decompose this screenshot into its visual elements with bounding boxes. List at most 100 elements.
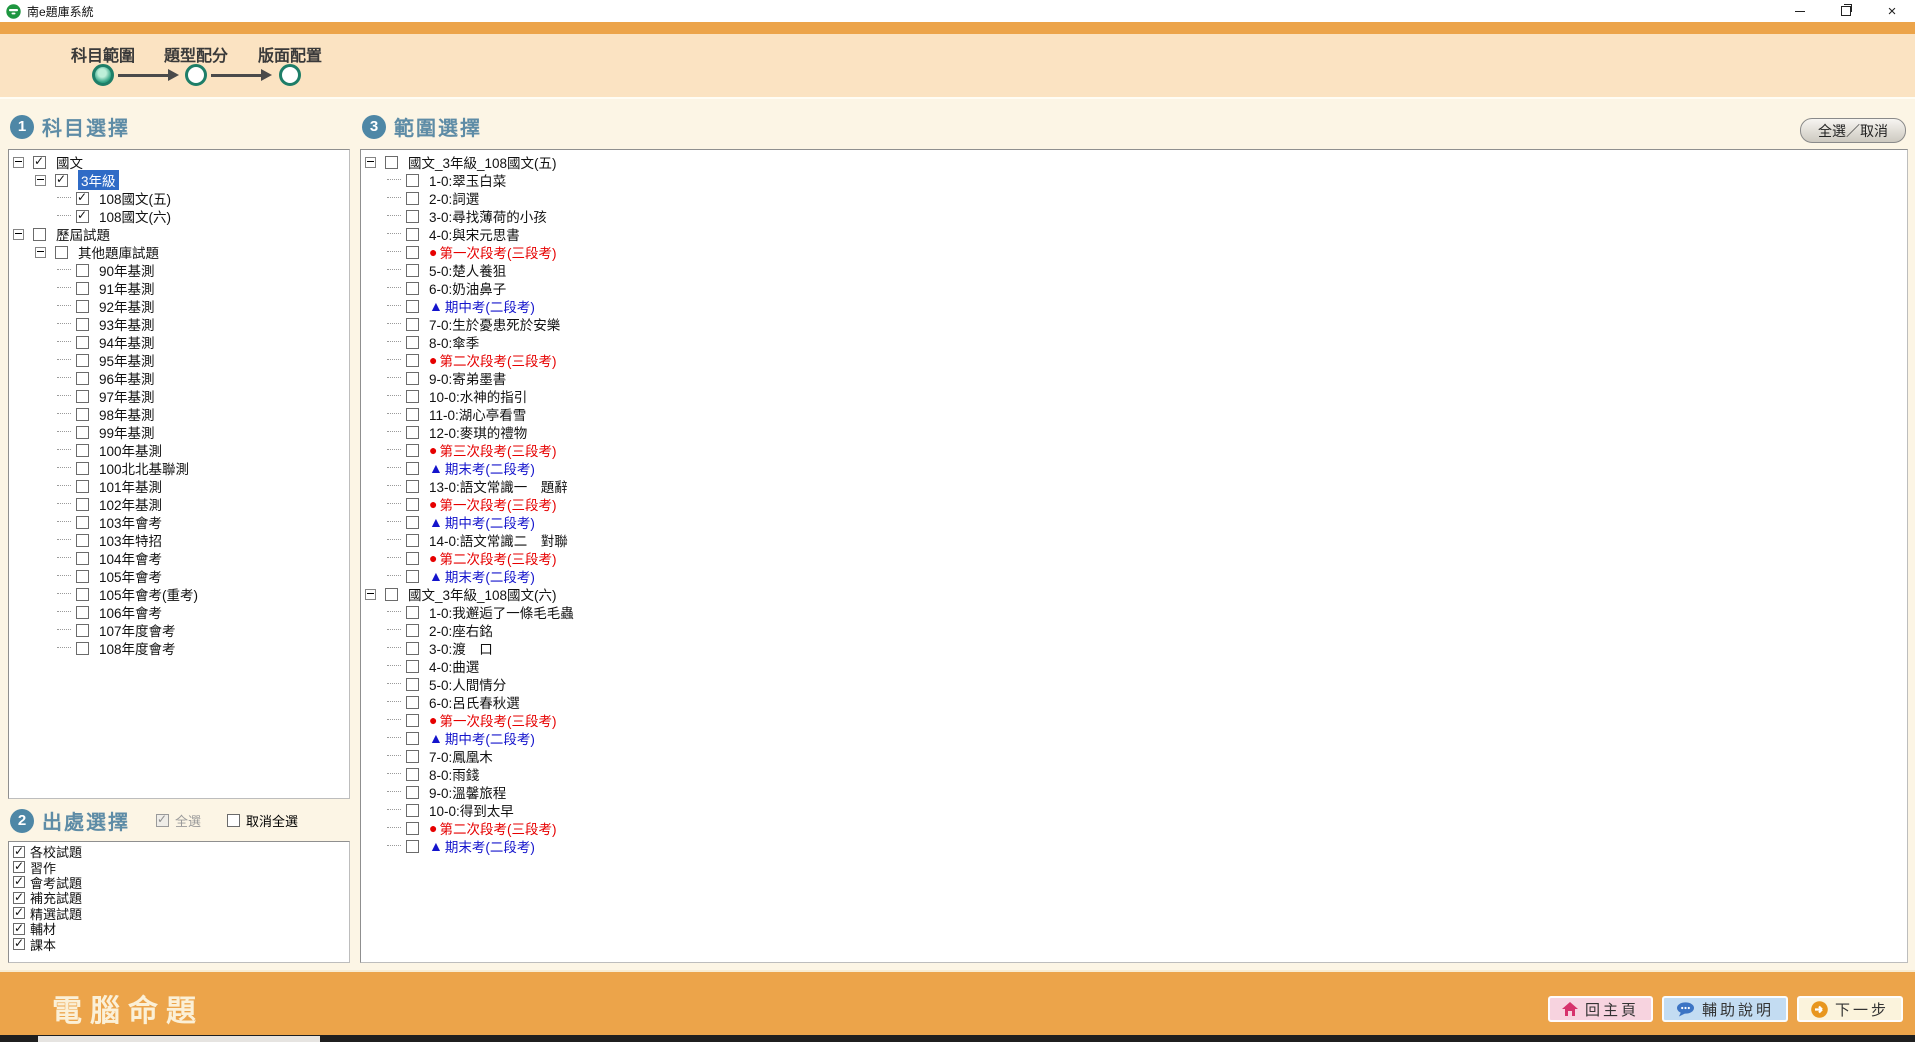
tree-node[interactable]: 97年基測 [9, 387, 349, 405]
tree-node-label[interactable]: 108年度會考 [99, 638, 176, 658]
tree-node-label[interactable]: 104年會考 [99, 548, 162, 568]
tree-node[interactable]: 國文 [9, 153, 349, 171]
tree-node[interactable]: ▲期中考(二段考) [361, 297, 1907, 315]
tree-node-label[interactable]: 14-0:語文常識二 對聯 [429, 530, 568, 550]
tree-collapse-icon[interactable] [13, 157, 24, 168]
minimize-button[interactable] [1777, 0, 1823, 22]
tree-node-label[interactable]: 93年基測 [99, 314, 155, 334]
tree-node[interactable]: 100北北基聯測 [9, 459, 349, 477]
checkbox[interactable] [406, 372, 419, 385]
checkbox[interactable] [76, 498, 89, 511]
tree-node[interactable]: 國文_3年級_108國文(六) [361, 585, 1907, 603]
checkbox[interactable] [406, 516, 419, 529]
tree-node[interactable]: ▲期中考(二段考) [361, 729, 1907, 747]
select-all-checkbox[interactable]: 全選 [156, 811, 201, 830]
checkbox[interactable] [76, 192, 89, 205]
tree-node-label[interactable]: 1-0:我邂逅了一條毛毛蟲 [429, 602, 574, 622]
tree-node[interactable]: 107年度會考 [9, 621, 349, 639]
source-list-item[interactable]: 課本 [11, 936, 349, 951]
checkbox[interactable] [406, 786, 419, 799]
tree-node[interactable]: ●第三次段考(三段考) [361, 441, 1907, 459]
tree-node[interactable]: 106年會考 [9, 603, 349, 621]
tree-node-label[interactable]: 期末考(二段考) [445, 836, 535, 856]
step-circle-2[interactable] [185, 64, 207, 86]
tree-collapse-icon[interactable] [35, 175, 46, 186]
tree-node[interactable]: 90年基測 [9, 261, 349, 279]
next-step-button[interactable]: 下一步 [1797, 996, 1903, 1022]
tree-node-label[interactable]: 國文_3年級_108國文(六) [408, 584, 557, 604]
checkbox[interactable] [406, 462, 419, 475]
checkbox[interactable] [406, 192, 419, 205]
tree-node-label[interactable]: 102年基測 [99, 494, 162, 514]
checkbox[interactable] [406, 642, 419, 655]
tree-node[interactable]: 2-0:座右銘 [361, 621, 1907, 639]
tree-node[interactable]: 12-0:麥琪的禮物 [361, 423, 1907, 441]
tree-node[interactable]: ●第二次段考(三段考) [361, 819, 1907, 837]
tree-node[interactable]: 4-0:與宋元思書 [361, 225, 1907, 243]
help-button[interactable]: 輔助說明 [1662, 996, 1788, 1022]
tree-node[interactable]: 國文_3年級_108國文(五) [361, 153, 1907, 171]
tree-node-label[interactable]: 國文_3年級_108國文(五) [408, 152, 557, 172]
tree-node[interactable]: 8-0:雨錢 [361, 765, 1907, 783]
tree-node-label[interactable]: 2-0:詞選 [429, 188, 479, 208]
tree-node[interactable]: 7-0:生於憂患死於安樂 [361, 315, 1907, 333]
checkbox[interactable] [76, 300, 89, 313]
checkbox[interactable] [406, 246, 419, 259]
checkbox[interactable] [406, 498, 419, 511]
tree-node[interactable]: ▲期中考(二段考) [361, 513, 1907, 531]
checkbox[interactable] [406, 552, 419, 565]
tree-node-label[interactable]: 第一次段考(三段考) [439, 242, 556, 262]
tree-node-label[interactable]: 12-0:麥琪的禮物 [429, 422, 527, 442]
tree-node-label[interactable]: 8-0:雨錢 [429, 764, 479, 784]
checkbox[interactable] [406, 282, 419, 295]
home-button[interactable]: 回主頁 [1548, 996, 1653, 1022]
tree-node-label[interactable]: 4-0:曲選 [429, 656, 479, 676]
checkbox[interactable] [406, 426, 419, 439]
checkbox[interactable] [406, 336, 419, 349]
source-list-item[interactable]: 輔材 [11, 921, 349, 936]
checkbox[interactable] [406, 660, 419, 673]
checkbox[interactable] [406, 732, 419, 745]
checkbox[interactable] [406, 606, 419, 619]
checkbox[interactable] [76, 534, 89, 547]
checkbox[interactable] [76, 426, 89, 439]
select-all-toggle-button[interactable]: 全選／取消 [1800, 118, 1906, 143]
tree-node[interactable]: 6-0:奶油鼻子 [361, 279, 1907, 297]
tree-node[interactable]: 1-0:我邂逅了一條毛毛蟲 [361, 603, 1907, 621]
checkbox[interactable] [76, 264, 89, 277]
tree-collapse-icon[interactable] [365, 589, 376, 600]
checkbox[interactable] [406, 354, 419, 367]
tree-node[interactable]: 7-0:鳳凰木 [361, 747, 1907, 765]
checkbox[interactable] [406, 696, 419, 709]
checkbox[interactable] [76, 408, 89, 421]
checkbox[interactable] [13, 938, 25, 950]
tree-node-label[interactable]: 第三次段考(三段考) [439, 440, 556, 460]
tree-node[interactable]: 108國文(六) [9, 207, 349, 225]
tree-node[interactable]: 99年基測 [9, 423, 349, 441]
tree-node[interactable]: 3年級 [9, 171, 349, 189]
deselect-all-checkbox[interactable]: 取消全選 [227, 811, 298, 830]
checkbox[interactable] [76, 210, 89, 223]
checkbox[interactable] [406, 768, 419, 781]
checkbox[interactable] [76, 552, 89, 565]
tree-node-label[interactable]: 第一次段考(三段考) [439, 494, 556, 514]
tree-node-label[interactable]: 101年基測 [99, 476, 162, 496]
tree-node-label[interactable]: 第二次段考(三段考) [439, 818, 556, 838]
checkbox[interactable] [406, 480, 419, 493]
tree-node[interactable]: 14-0:語文常識二 對聯 [361, 531, 1907, 549]
checkbox[interactable] [13, 876, 25, 888]
tree-node-label[interactable]: 100北北基聯測 [99, 458, 189, 478]
checkbox[interactable] [406, 750, 419, 763]
tree-node-label[interactable]: 期中考(二段考) [445, 296, 535, 316]
checkbox[interactable] [13, 907, 25, 919]
checkbox[interactable] [385, 156, 398, 169]
tree-node-label[interactable]: 4-0:與宋元思書 [429, 224, 520, 244]
checkbox[interactable] [76, 642, 89, 655]
tree-node[interactable]: 11-0:湖心亭看雪 [361, 405, 1907, 423]
tree-node[interactable]: ●第二次段考(三段考) [361, 549, 1907, 567]
tree-node-label[interactable]: 108國文(五) [99, 188, 171, 208]
tree-node[interactable]: 94年基測 [9, 333, 349, 351]
tree-node-label[interactable]: 105年會考 [99, 566, 162, 586]
tree-node[interactable]: 8-0:傘季 [361, 333, 1907, 351]
tree-node[interactable]: 10-0:得到太早 [361, 801, 1907, 819]
